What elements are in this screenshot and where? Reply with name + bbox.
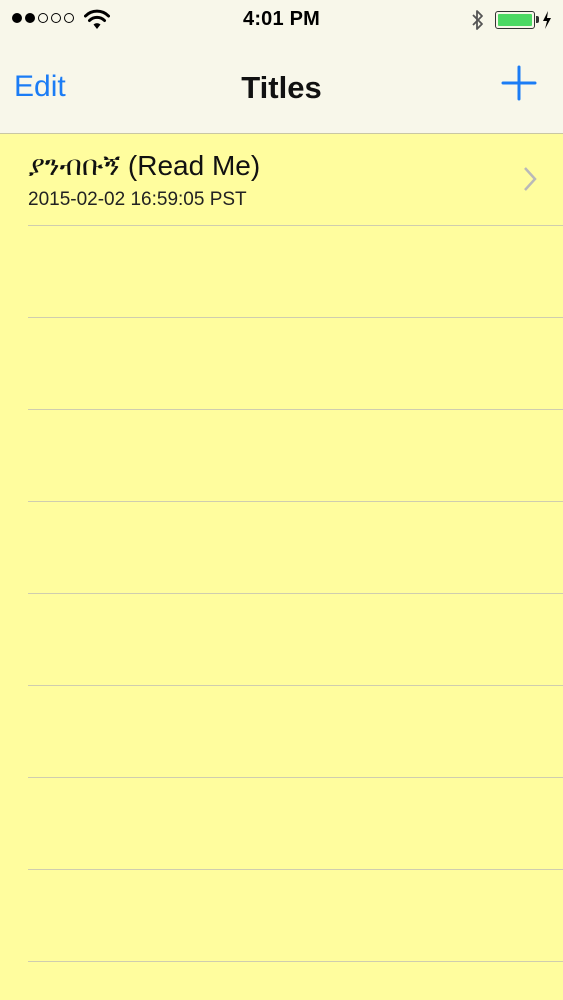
top-bar: 4:01 PM Edit Titles (0, 0, 563, 134)
empty-list-row (28, 226, 563, 318)
list-item-title: ያንብቡኝ (Read Me) (28, 150, 261, 181)
list-item-date: 2015-02-02 16:59:05 PST (28, 189, 247, 210)
battery-fill (498, 14, 532, 26)
empty-list-row (28, 594, 563, 686)
bluetooth-icon (472, 10, 483, 30)
screen: 4:01 PM Edit Titles ያንብቡኝ (Read Me) 2015-… (0, 0, 563, 1000)
plus-icon[interactable] (500, 64, 538, 102)
battery-icon (495, 11, 539, 29)
empty-list-row (28, 318, 563, 410)
chevron-right-icon (524, 167, 537, 191)
empty-list-row (28, 410, 563, 502)
charging-icon (543, 11, 551, 29)
empty-list-row (28, 870, 563, 962)
list-item[interactable]: ያንብቡኝ (Read Me) 2015-02-02 16:59:05 PST (28, 134, 563, 226)
status-bar: 4:01 PM (0, 0, 563, 40)
empty-list-row (28, 502, 563, 594)
empty-list-row (28, 778, 563, 870)
page-title: Titles (241, 70, 322, 105)
titles-list: ያንብቡኝ (Read Me) 2015-02-02 16:59:05 PST (0, 134, 563, 962)
navigation-bar: Edit Titles (0, 40, 563, 133)
empty-list-row (28, 686, 563, 778)
